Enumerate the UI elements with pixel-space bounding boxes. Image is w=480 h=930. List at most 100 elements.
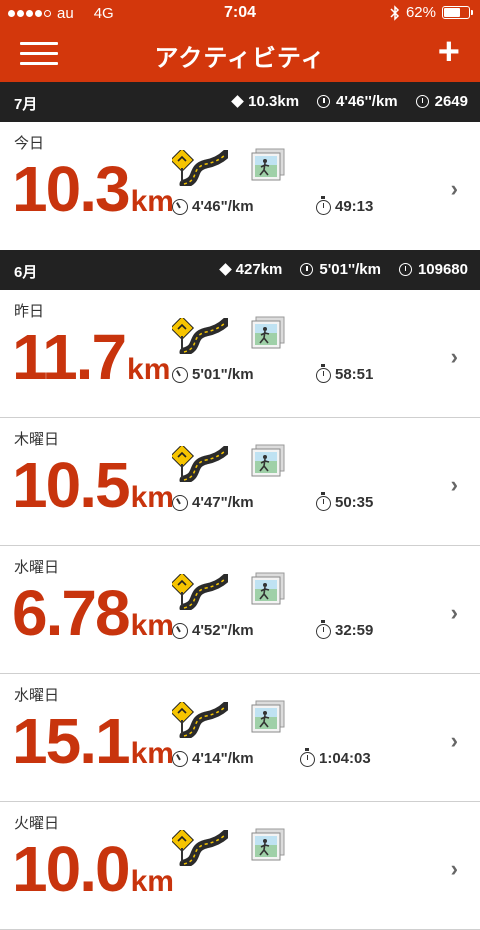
month-label: 6月 bbox=[14, 264, 38, 281]
month-pace: 5'01''/km bbox=[319, 261, 381, 278]
distance-unit: km bbox=[130, 737, 174, 770]
activity-day: 水曜日 bbox=[14, 559, 60, 576]
chevron-right-icon[interactable]: › bbox=[451, 856, 458, 882]
pace-value: 4'14"/km bbox=[192, 750, 254, 767]
route-road-icon bbox=[172, 574, 228, 610]
bluetooth-icon bbox=[390, 4, 400, 21]
month-fuel: 2649 bbox=[434, 93, 468, 110]
duration-value: 49:13 bbox=[335, 198, 374, 215]
month-stats: 427km 5'01''/km 109680 bbox=[218, 261, 468, 278]
stopwatch-icon bbox=[316, 364, 331, 383]
plus-icon: + bbox=[437, 31, 460, 73]
activity-day: 木曜日 bbox=[14, 431, 60, 448]
distance-value: 11.7 bbox=[12, 321, 127, 393]
activity-distance: 10.0km bbox=[12, 832, 174, 906]
activity-row[interactable]: 木曜日 10.5km 4'47"/km 50:35 › bbox=[0, 418, 480, 546]
distance-value: 10.5 bbox=[12, 449, 131, 521]
route-road-icon bbox=[172, 702, 228, 738]
nav-bar: アクティビティ + bbox=[0, 26, 480, 82]
photo-icon bbox=[251, 828, 285, 861]
pace-icon bbox=[300, 263, 314, 276]
activity-distance: 15.1km bbox=[12, 704, 174, 778]
month-header: 6月 427km 5'01''/km 109680 bbox=[0, 250, 480, 290]
distance-value: 6.78 bbox=[12, 577, 131, 649]
activity-day: 今日 bbox=[14, 135, 45, 152]
status-bar: au 4G 7:04 62% bbox=[0, 0, 480, 26]
activity-distance: 11.7km bbox=[12, 320, 170, 394]
duration-value: 58:51 bbox=[335, 366, 374, 383]
pace-icon bbox=[317, 95, 331, 108]
month-distance: 10.3km bbox=[248, 93, 300, 110]
route-road-icon bbox=[172, 830, 228, 866]
activity-duration: 1:04:03 bbox=[300, 748, 371, 767]
activity-day: 火曜日 bbox=[14, 815, 60, 832]
stopwatch-icon bbox=[316, 196, 331, 215]
duration-value: 1:04:03 bbox=[319, 750, 371, 767]
activity-row[interactable]: 水曜日 6.78km 4'52"/km 32:59 › bbox=[0, 546, 480, 674]
fuel-icon bbox=[415, 95, 429, 108]
photo-icon bbox=[251, 444, 285, 477]
month-label: 7月 bbox=[14, 96, 38, 113]
chevron-right-icon[interactable]: › bbox=[451, 176, 458, 202]
month-pace: 4'46''/km bbox=[336, 93, 398, 110]
distance-unit: km bbox=[130, 481, 174, 514]
activity-row[interactable]: 今日 10.3km 4'46"/km 49:13 › bbox=[0, 122, 480, 250]
photo-icon bbox=[251, 572, 285, 605]
status-right: 62% bbox=[390, 4, 473, 21]
distance-unit: km bbox=[130, 865, 174, 898]
chevron-right-icon[interactable]: › bbox=[451, 600, 458, 626]
route-road-icon bbox=[172, 318, 228, 354]
activity-row[interactable]: 火曜日 10.0km › bbox=[0, 802, 480, 930]
pace-value: 4'52"/km bbox=[192, 622, 254, 639]
activity-duration: 32:59 bbox=[316, 620, 374, 639]
month-distance: 427km bbox=[235, 261, 283, 278]
activity-pace: 4'46"/km bbox=[172, 198, 254, 215]
activity-row[interactable]: 昨日 11.7km 5'01"/km 58:51 › bbox=[0, 290, 480, 418]
duration-value: 50:35 bbox=[335, 494, 374, 511]
activity-distance: 10.5km bbox=[12, 448, 174, 522]
activity-day: 水曜日 bbox=[14, 687, 60, 704]
activity-row[interactable]: 水曜日 15.1km 4'14"/km 1:04:03 › bbox=[0, 674, 480, 802]
route-road-icon bbox=[172, 446, 228, 482]
distance-unit: km bbox=[127, 353, 171, 386]
activity-duration: 50:35 bbox=[316, 492, 374, 511]
photo-icon bbox=[251, 148, 285, 181]
stopwatch-icon bbox=[300, 748, 315, 767]
month-stats: 10.3km 4'46''/km 2649 bbox=[231, 93, 468, 110]
chevron-right-icon[interactable]: › bbox=[451, 344, 458, 370]
activity-pace: 4'52"/km bbox=[172, 622, 254, 639]
distance-icon bbox=[231, 95, 245, 108]
chevron-right-icon[interactable]: › bbox=[451, 728, 458, 754]
distance-value: 15.1 bbox=[12, 705, 131, 777]
activity-distance: 10.3km bbox=[12, 152, 174, 226]
stopwatch-icon bbox=[316, 492, 331, 511]
activity-duration: 49:13 bbox=[316, 196, 374, 215]
month-fuel: 109680 bbox=[417, 261, 468, 278]
stopwatch-icon bbox=[316, 620, 331, 639]
distance-icon bbox=[218, 263, 232, 276]
add-activity-button[interactable]: + bbox=[438, 32, 460, 72]
activity-pace: 4'47"/km bbox=[172, 494, 254, 511]
chevron-right-icon[interactable]: › bbox=[451, 472, 458, 498]
activity-duration: 58:51 bbox=[316, 364, 374, 383]
activity-list[interactable]: 7月 10.3km 4'46''/km 2649 今日 10.3km 4'46"/km 49:… bbox=[0, 82, 480, 930]
pace-clock-icon bbox=[172, 494, 188, 511]
battery-icon bbox=[442, 6, 473, 19]
distance-value: 10.0 bbox=[12, 833, 131, 905]
distance-unit: km bbox=[130, 609, 174, 642]
pace-clock-icon bbox=[172, 750, 188, 767]
activity-pace: 4'14"/km bbox=[172, 750, 254, 767]
battery-percent: 62% bbox=[405, 4, 436, 21]
distance-value: 10.3 bbox=[12, 153, 131, 225]
duration-value: 32:59 bbox=[335, 622, 374, 639]
pace-value: 4'47"/km bbox=[192, 494, 254, 511]
activity-distance: 6.78km bbox=[12, 576, 174, 650]
fuel-icon bbox=[398, 263, 412, 276]
photo-icon bbox=[251, 316, 285, 349]
pace-value: 5'01"/km bbox=[192, 366, 254, 383]
month-header: 7月 10.3km 4'46''/km 2649 bbox=[0, 82, 480, 122]
activity-day: 昨日 bbox=[14, 303, 45, 320]
activity-pace: 5'01"/km bbox=[172, 366, 254, 383]
photo-icon bbox=[251, 700, 285, 733]
pace-clock-icon bbox=[172, 622, 188, 639]
